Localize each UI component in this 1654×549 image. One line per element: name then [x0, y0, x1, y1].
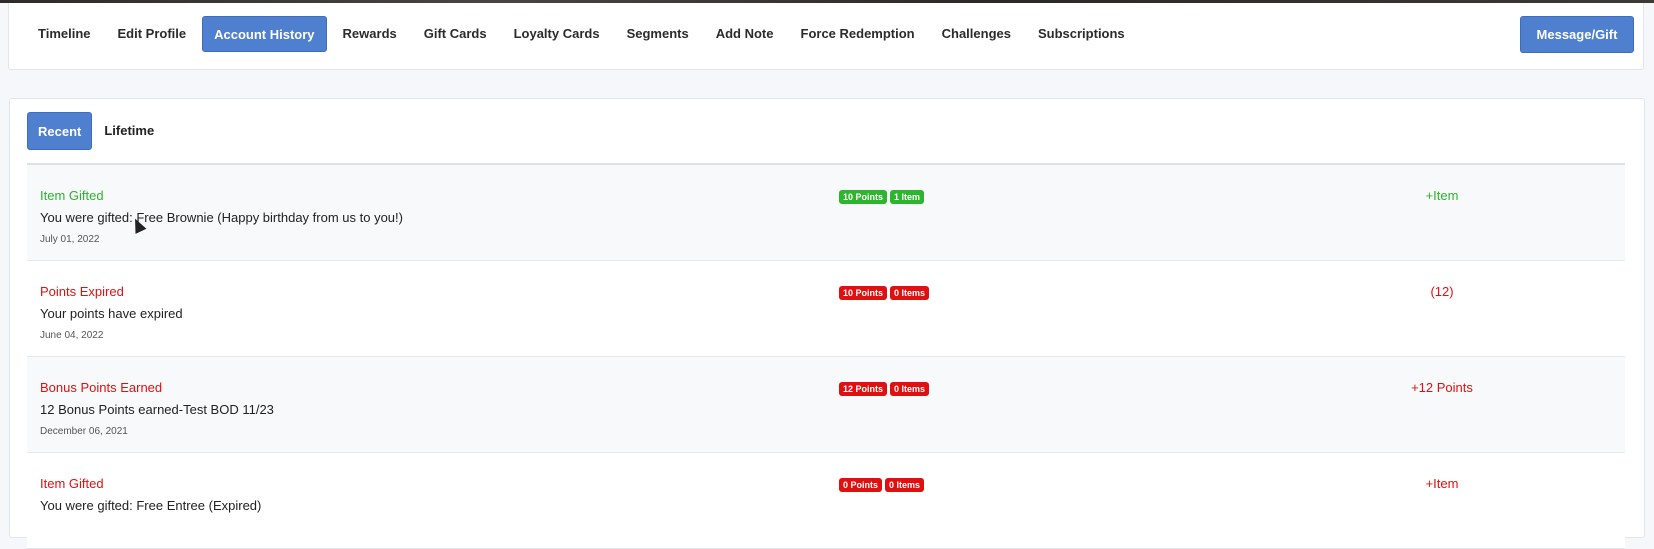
event-badges: 10 Points 1 Item: [839, 190, 925, 204]
profile-tabs: Timeline Edit Profile Account History Re…: [27, 16, 1136, 52]
tab-add-note[interactable]: Add Note: [705, 16, 785, 52]
event-date: December 06, 2021: [40, 426, 128, 437]
items-badge: 0 Items: [890, 286, 930, 300]
event-badges: 12 Points 0 Items: [839, 382, 930, 396]
items-badge: 0 Items: [885, 478, 925, 492]
event-title: Bonus Points Earned: [40, 380, 163, 395]
tab-account-history[interactable]: Account History: [202, 16, 327, 52]
tab-force-redemption[interactable]: Force Redemption: [790, 16, 926, 52]
history-range-tabs: Recent Lifetime: [27, 112, 164, 150]
message-gift-button[interactable]: Message/Gift: [1520, 16, 1634, 53]
event-title: Item Gifted: [40, 476, 104, 491]
history-row: Bonus Points Earned 12 Bonus Points earn…: [27, 357, 1625, 453]
profile-nav-bar: Timeline Edit Profile Account History Re…: [8, 3, 1644, 70]
history-row: Item Gifted You were gifted: Free Browni…: [27, 165, 1625, 261]
points-badge: 10 Points: [839, 286, 888, 300]
history-list: Item Gifted You were gifted: Free Browni…: [27, 163, 1625, 549]
items-badge: 0 Items: [890, 382, 930, 396]
points-badge: 0 Points: [839, 478, 883, 492]
items-badge: 1 Item: [890, 190, 925, 204]
tab-timeline[interactable]: Timeline: [27, 16, 102, 52]
points-badge: 12 Points: [839, 382, 888, 396]
event-amount: (12): [1430, 284, 1454, 299]
tab-lifetime[interactable]: Lifetime: [94, 112, 164, 150]
history-row: Points Expired Your points have expired …: [27, 261, 1625, 357]
event-date: July 01, 2022: [40, 234, 100, 245]
event-description: You were gifted: Free Brownie (Happy bir…: [40, 210, 403, 225]
tab-edit-profile[interactable]: Edit Profile: [107, 16, 198, 52]
event-amount: +Item: [1425, 476, 1459, 491]
tab-loyalty-cards[interactable]: Loyalty Cards: [503, 16, 611, 52]
event-description: You were gifted: Free Entree (Expired): [40, 498, 262, 513]
tab-rewards[interactable]: Rewards: [332, 16, 408, 52]
event-date: June 04, 2022: [40, 330, 104, 341]
tab-gift-cards[interactable]: Gift Cards: [413, 16, 498, 52]
event-description: Your points have expired: [40, 306, 183, 321]
tab-recent[interactable]: Recent: [27, 112, 93, 150]
event-title: Item Gifted: [40, 188, 104, 203]
event-amount: +12 Points: [1411, 380, 1473, 395]
event-badges: 0 Points 0 Items: [839, 478, 925, 492]
event-amount: +Item: [1425, 188, 1459, 203]
event-description: 12 Bonus Points earned-Test BOD 11/23: [40, 402, 274, 417]
points-badge: 10 Points: [839, 190, 888, 204]
tab-challenges[interactable]: Challenges: [931, 16, 1022, 52]
tab-segments[interactable]: Segments: [616, 16, 700, 52]
event-title: Points Expired: [40, 284, 124, 299]
tab-subscriptions[interactable]: Subscriptions: [1027, 16, 1136, 52]
event-badges: 10 Points 0 Items: [839, 286, 930, 300]
history-row: Item Gifted You were gifted: Free Entree…: [27, 453, 1625, 549]
account-history-panel: Recent Lifetime Item Gifted You were gif…: [9, 98, 1645, 549]
